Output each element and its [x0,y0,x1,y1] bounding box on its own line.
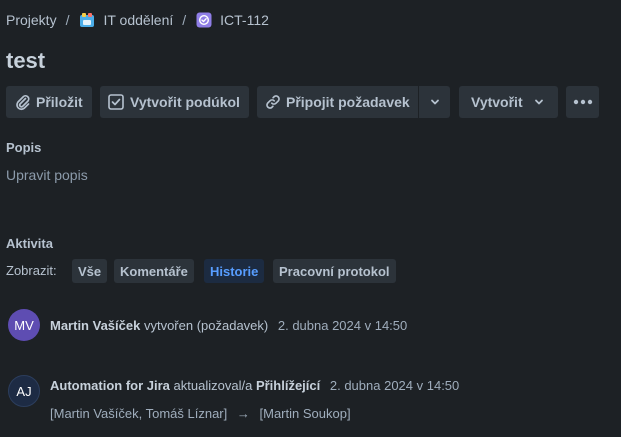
attach-button[interactable]: Přiložit [6,86,92,118]
it-department-project-icon [79,12,95,28]
filter-history[interactable]: Historie [204,259,265,283]
history-action: aktualizoval/a [173,378,253,393]
history-timestamp: 2. dubna 2024 v 14:50 [329,378,460,393]
breadcrumb-separator: / [182,12,187,28]
create-subtask-button-label: Vytvořit podúkol [130,94,240,110]
link-issue-dropdown-button[interactable] [419,86,450,118]
chevron-down-icon [430,99,439,105]
create-menu-button-label: Vytvořit [471,94,523,110]
history-field: Přihlížející [255,378,321,393]
history-arrow: → [236,406,250,421]
link-issue-button[interactable]: Připojit požadavek [257,86,418,118]
filter-worklog[interactable]: Pracovní protokol [273,259,396,283]
history-timestamp: 2. dubna 2024 v 14:50 [277,318,408,333]
history-entry: Martin Vašíček vytvořen (požadavek) 2. d… [50,318,407,333]
link-icon [266,95,280,109]
breadcrumb-issue-key[interactable]: ICT-112 [220,12,269,28]
description-editor[interactable]: Upravit popis [6,167,88,183]
chevron-down-icon [534,99,543,105]
history-from-value: [Martin Vašíček, Tomáš Líznar] [50,406,228,421]
issue-title[interactable]: test [6,48,45,74]
subtask-icon [108,94,124,110]
paperclip-icon [16,94,30,111]
filter-comments[interactable]: Komentáře [114,259,194,283]
create-menu-button[interactable]: Vytvořit [459,86,558,118]
breadcrumb-projects[interactable]: Projekty [6,12,57,28]
create-subtask-button[interactable]: Vytvořit podúkol [100,86,249,118]
link-issue-button-label: Připojit požadavek [286,94,410,110]
breadcrumb-it-department[interactable]: IT oddělení [103,12,173,28]
more-actions-button[interactable] [566,86,599,118]
ticket-check-icon [196,12,212,28]
history-entry: Automation for Jira aktualizoval/a Přihl… [50,378,459,393]
history-action: vytvořen (požadavek) [143,318,269,333]
history-author[interactable]: Automation for Jira [50,378,170,393]
attach-button-label: Přiložit [36,94,83,110]
description-heading: Popis [6,140,42,155]
more-dots-icon [573,99,592,105]
breadcrumb-separator: / [65,12,70,28]
activity-show-label: Zobrazit: [6,263,57,278]
history-change: [Martin Vašíček, Tomáš Líznar] → [Martin… [50,406,351,421]
breadcrumb: Projekty / IT oddělení / ICT-112 [6,10,269,30]
history-to-value: [Martin Soukop] [259,406,351,421]
history-author[interactable]: Martin Vašíček [50,318,140,333]
filter-all[interactable]: Vše [72,259,108,283]
activity-heading: Aktivita [6,236,53,251]
avatar[interactable]: MV [8,309,40,341]
avatar[interactable]: AJ [8,375,40,407]
